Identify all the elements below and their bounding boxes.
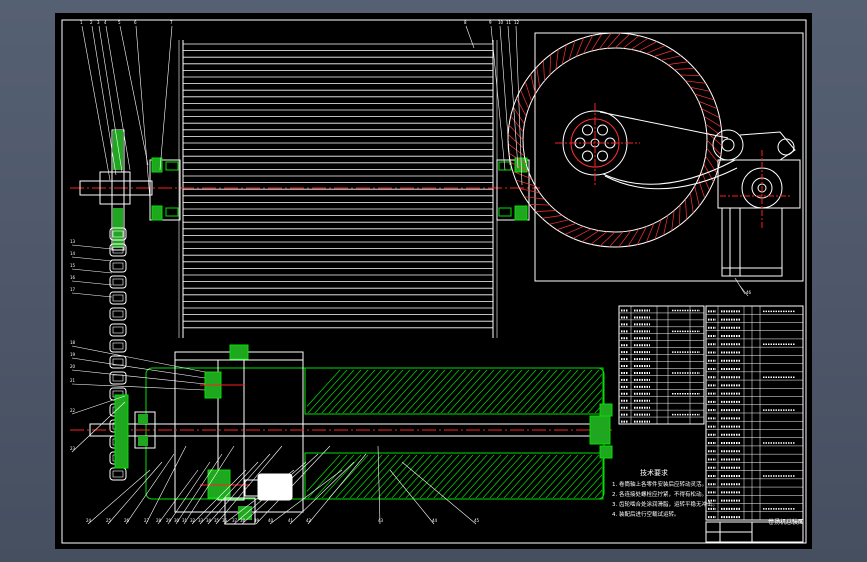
callout-bottom: 38: [240, 518, 246, 523]
callout-bottom: 35: [214, 518, 220, 523]
callout-left-lower: 20: [70, 364, 76, 369]
callout-left-lower: 21: [70, 378, 76, 383]
callout-bottom: 41: [288, 518, 294, 523]
callout-bottom: 26: [124, 518, 130, 523]
callout-bottom: 34: [206, 518, 212, 523]
callout-bottom: 39: [254, 518, 260, 523]
callout-left-lower: 19: [70, 352, 76, 357]
tech-note-1: 1. 卷筒轴上各零件安装后应转动灵活。: [612, 480, 707, 488]
callout-bottom: 25: [106, 518, 112, 523]
callout-bottom: 36: [222, 518, 228, 523]
callout-chain: 14: [70, 251, 76, 256]
callout-bottom: 33: [198, 518, 204, 523]
left-sprocket-section: [114, 394, 129, 469]
tech-note-2: 2. 各连接处螺栓应拧紧，不得有松动。: [612, 490, 707, 498]
gear-bottom: [207, 469, 231, 499]
callout-chain: 15: [70, 263, 76, 268]
callout-bottom: 40: [268, 518, 274, 523]
callout-bottom: 27: [144, 518, 150, 523]
callout-bottom: 32: [190, 518, 196, 523]
callout-bottom: 44: [432, 518, 438, 523]
callout-left-lower: 23: [70, 446, 76, 451]
motor-coupling: [257, 473, 293, 501]
callout-bottom: 37: [232, 518, 238, 523]
callout-chain: 16: [70, 275, 76, 280]
tech-notes-heading: 技术要求: [640, 468, 668, 477]
callout-chain: 13: [70, 239, 76, 244]
callout-bottom: 31: [182, 518, 188, 523]
callout-top-right: 11: [506, 20, 512, 25]
callout-left-lower: 22: [70, 408, 76, 413]
cad-drawing: 1 2 3 4 5 6 7 8 9 10 11 12131415161718192021222324 2…: [55, 13, 812, 549]
callout-left-lower: 18: [70, 340, 76, 345]
title-text: 卷扬机总装图: [768, 518, 804, 526]
callout-top-right: 10: [498, 20, 504, 25]
callout-bottom: 30: [174, 518, 180, 523]
callout-bottom: 43: [378, 518, 384, 523]
callout-chain: 17: [70, 287, 76, 292]
callout-right-view: 46: [746, 290, 752, 295]
callout-bottom: 29: [166, 518, 172, 523]
callout-bottom: 42: [306, 518, 312, 523]
tech-note-4: 4. 装配后进行空载试运转。: [612, 510, 680, 518]
callout-bottom: 45: [474, 518, 480, 523]
callout-top-right: 12: [514, 20, 520, 25]
cad-viewport[interactable]: 1 2 3 4 5 6 7 8 9 10 11 12 13 14 15 16 17 18 19 20 21 22 23 24 2…: [0, 0, 867, 562]
right-bearing-section: [589, 415, 611, 445]
callout-bottom: 28: [156, 518, 162, 523]
tech-note-3: 3. 齿轮啮合处涂润滑脂，运转平稳无冲击。: [612, 500, 718, 508]
callout-bottom: 24: [86, 518, 92, 523]
